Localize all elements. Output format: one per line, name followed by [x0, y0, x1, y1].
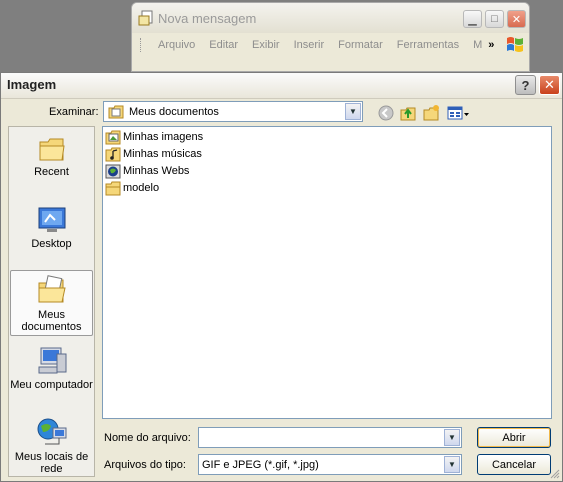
menu-ferramentas[interactable]: Ferramentas — [397, 39, 459, 51]
file-name: Minhas Webs — [123, 165, 190, 177]
menu-chevron[interactable]: » — [488, 39, 494, 51]
menu-formatar[interactable]: Formatar — [338, 39, 383, 51]
menu-exibir[interactable]: Exibir — [252, 39, 280, 51]
place-my-computer[interactable]: Meu computador — [10, 346, 93, 391]
pictures-folder-icon — [105, 130, 121, 144]
file-name: Minhas músicas — [123, 148, 202, 160]
list-item[interactable]: Minhas músicas — [105, 146, 202, 162]
list-item[interactable]: modelo — [105, 180, 159, 196]
my-documents-small-icon — [108, 105, 124, 118]
chevron-down-icon[interactable]: ▼ — [444, 429, 460, 446]
folder-icon — [105, 181, 121, 195]
place-my-computer-label: Meu computador — [10, 379, 93, 391]
background-window: Nova mensagem ▁ □ ✕ Arquivo Editar Exibi… — [131, 2, 530, 72]
place-my-documents-label: Meus documentos — [21, 309, 82, 333]
look-in-label: Examinar: — [49, 106, 99, 118]
view-menu-icon[interactable] — [447, 104, 471, 122]
background-window-title: Nova mensagem — [158, 10, 257, 26]
back-icon[interactable] — [377, 104, 395, 122]
look-in-dropdown[interactable]: Meus documentos ▼ — [103, 101, 363, 122]
place-desktop-label: Desktop — [31, 238, 72, 250]
dialog-titlebar: Imagem ? ✕ — [1, 73, 562, 99]
webs-folder-icon — [105, 164, 121, 178]
dialog-title: Imagem — [7, 77, 57, 92]
filetype-label: Arquivos do tipo: — [104, 459, 186, 471]
music-folder-icon — [105, 147, 121, 161]
file-name: Minhas imagens — [123, 131, 204, 143]
chevron-down-icon[interactable]: ▼ — [345, 103, 361, 120]
my-computer-icon — [38, 347, 66, 374]
place-recent[interactable]: Recent — [10, 135, 93, 178]
filetype-dropdown[interactable]: GIF e JPEG (*.gif, *.jpg) ▼ — [198, 454, 462, 475]
image-dialog: Imagem ? ✕ Examinar: Meus documentos ▼ R… — [0, 72, 563, 482]
menu-arquivo[interactable]: Arquivo — [158, 39, 195, 51]
list-item[interactable]: Minhas imagens — [105, 129, 203, 145]
list-item[interactable]: Minhas Webs — [105, 163, 189, 179]
place-network-label: Meus locais de rede — [14, 451, 89, 475]
resize-grip-icon[interactable] — [550, 469, 560, 479]
toolbar-grip — [140, 38, 144, 52]
menu-editar[interactable]: Editar — [209, 39, 238, 51]
close-button[interactable]: ✕ — [539, 75, 560, 95]
background-menubar: Arquivo Editar Exibir Inserir Formatar F… — [132, 33, 529, 57]
help-button[interactable]: ? — [515, 75, 536, 95]
open-button[interactable]: Abrir — [477, 427, 551, 448]
look-in-value: Meus documentos — [129, 105, 219, 118]
background-close-button[interactable]: ✕ — [507, 10, 526, 28]
desktop-icon — [38, 207, 65, 232]
place-recent-label: Recent — [34, 166, 69, 178]
up-folder-icon[interactable] — [399, 104, 417, 122]
place-desktop[interactable]: Desktop — [10, 205, 93, 250]
file-name: modelo — [123, 182, 160, 194]
file-list[interactable]: Minhas imagens Minhas músicas Minhas Web… — [102, 126, 552, 419]
chevron-down-icon[interactable]: ▼ — [444, 456, 460, 473]
menu-overflow[interactable]: M — [473, 39, 482, 51]
place-network[interactable]: Meus locais de rede — [10, 416, 93, 475]
filename-label: Nome do arquivo: — [104, 432, 191, 444]
new-message-icon — [138, 10, 153, 26]
cancel-button[interactable]: Cancelar — [477, 454, 551, 475]
menu-inserir[interactable]: Inserir — [294, 39, 325, 51]
filename-input[interactable]: ▼ — [198, 427, 462, 448]
minimize-button[interactable]: ▁ — [463, 10, 482, 28]
recent-folder-icon — [39, 138, 65, 161]
filetype-value: GIF e JPEG (*.gif, *.jpg) — [202, 458, 319, 471]
maximize-button[interactable]: □ — [485, 10, 504, 28]
place-my-documents[interactable]: Meus documentos — [10, 270, 93, 336]
windows-logo-icon — [507, 37, 523, 52]
my-documents-icon — [38, 275, 66, 303]
places-bar: Recent Desktop Meus documentos Meu compu… — [8, 126, 95, 477]
network-places-icon — [37, 418, 66, 445]
new-folder-icon[interactable] — [422, 104, 440, 122]
